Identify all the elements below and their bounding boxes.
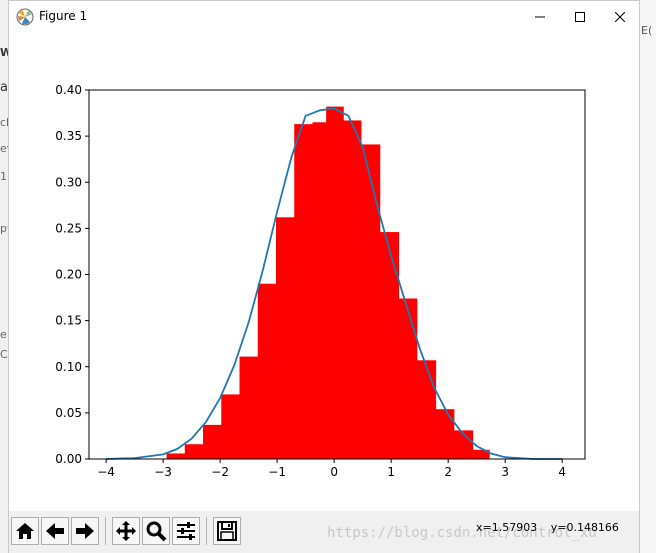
window-title: Figure 1 [39,9,88,23]
minimize-icon [535,16,545,18]
coord-y: y=0.148166 [550,521,619,534]
navigation-toolbar: https://blog.csdn.net/control_xu x=1.579… [9,511,639,553]
back-button[interactable] [41,517,69,545]
histogram-bar [184,444,204,459]
cursor-coordinates: x=1.57903 y=0.148166 [476,521,629,534]
x-tick-label: 2 [444,465,452,479]
y-tick-label: 0.05 [55,406,82,420]
histogram-bar [275,217,295,459]
x-tick-label: 0 [330,465,338,479]
bg-fragment: a [0,80,8,95]
x-tick-label: 3 [501,465,509,479]
figure-canvas[interactable]: −4 −3 −2 −1 0 1 2 3 4 0.00 0.05 0.10 0.15 0.20 0.25 0.3… [9,33,639,511]
y-tick-label: 0.20 [55,268,82,282]
x-tick-label: −2 [211,465,229,479]
home-button[interactable] [11,517,39,545]
histogram-bar [326,106,344,459]
histogram-bar [435,409,455,459]
forward-button[interactable] [71,517,99,545]
histogram-bar [221,394,241,459]
x-tick-label: −3 [154,465,172,479]
maximize-icon [575,12,585,22]
histogram-bar [239,356,259,459]
histogram-bar [312,122,327,459]
zoom-icon [146,521,167,542]
pan-icon [116,521,136,541]
close-button[interactable] [597,1,643,33]
matplotlib-logo-icon [16,8,34,26]
histogram-bar [379,232,400,459]
sliders-icon [177,522,195,540]
histogram-bar [294,124,313,459]
y-tick-label: 0.15 [55,314,82,328]
save-button[interactable] [213,517,241,545]
histogram-bar [343,120,362,459]
toolbar-separator [105,517,106,545]
background-app-right-strip: E( [640,0,656,553]
figure-window: Figure 1 −4 −3 −2 −1 0 1 2 3 4 0.00 0.05 0.10 0.15 0.… [8,0,640,553]
y-tick-label: 0.40 [55,83,82,97]
title-bar[interactable]: Figure 1 [9,1,639,33]
arrow-left-icon [46,523,64,539]
bg-fragment: e [0,328,7,341]
y-tick-label: 0.35 [55,129,82,143]
histogram-bar [203,424,222,459]
histogram-bar [398,298,418,459]
zoom-button[interactable] [142,517,170,545]
save-icon [217,521,237,541]
coord-x: x=1.57903 [476,521,538,534]
y-tick-label: 0.25 [55,221,82,235]
x-tick-label: −4 [97,465,115,479]
histogram-bar [416,360,437,459]
x-tick-label: 4 [558,465,566,479]
y-tick-label: 0.10 [55,360,82,374]
arrow-right-icon [76,523,94,539]
y-tick-label: 0.30 [55,175,82,189]
home-icon [16,523,34,539]
pan-button[interactable] [112,517,140,545]
close-icon [615,12,625,22]
bg-fragment: 1 [0,170,7,183]
configure-subplots-button[interactable] [172,517,200,545]
histogram-bar [166,453,186,459]
x-tick-label: 1 [387,465,395,479]
bg-fragment: C [0,348,8,361]
histogram-bar [360,144,381,459]
y-tick-label: 0.00 [55,452,82,466]
x-tick-label: −1 [268,465,286,479]
histogram-plot: −4 −3 −2 −1 0 1 2 3 4 0.00 0.05 0.10 0.15 0.20 0.25 0.3… [55,83,586,479]
histogram-bar [257,283,277,459]
toolbar-separator [206,517,207,545]
